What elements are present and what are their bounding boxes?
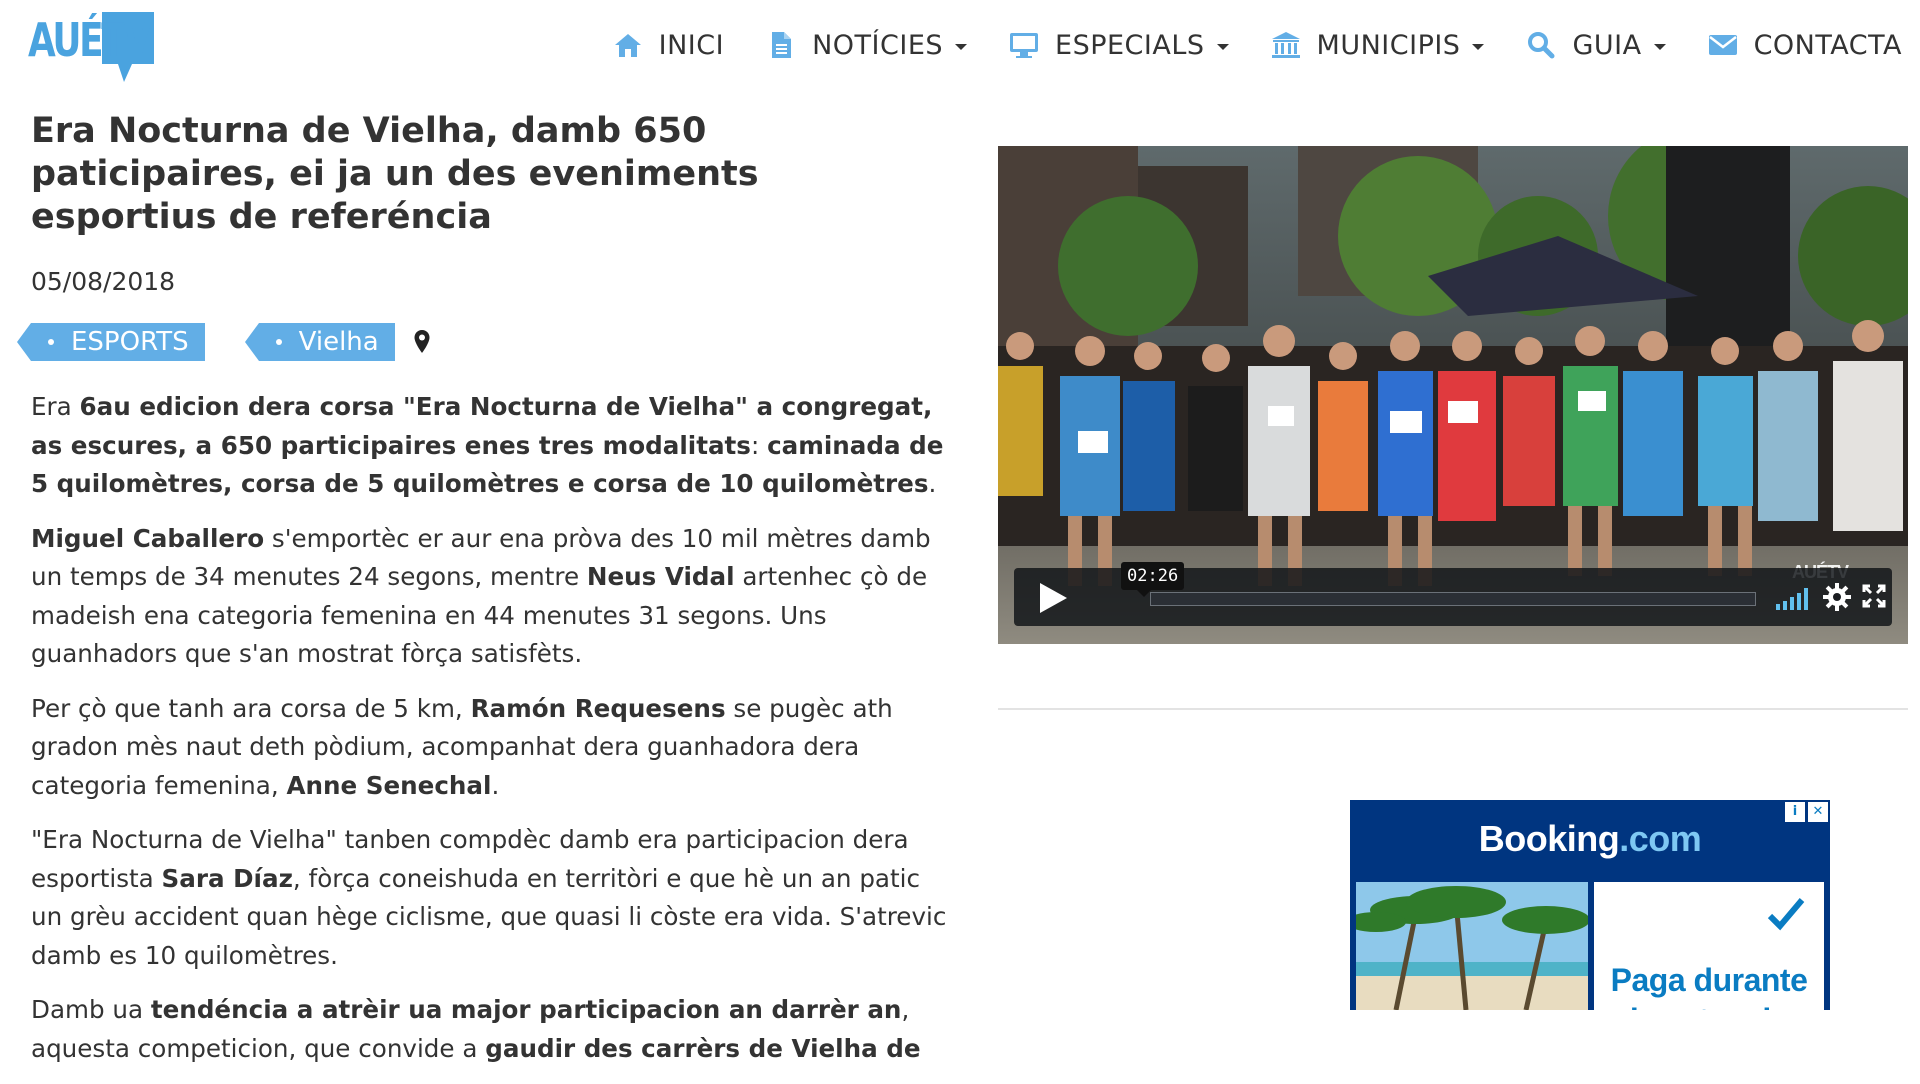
nav-item-label: ESPECIALS	[1055, 29, 1205, 61]
ad-message-line-2: la estancia	[1594, 1000, 1824, 1010]
nav-item-noticies[interactable]: NOTÍCIES	[766, 29, 968, 61]
play-icon[interactable]	[1034, 580, 1070, 616]
article-paragraph: Per çò que tanh ara corsa de 5 km, Ramón…	[31, 690, 949, 806]
search-icon	[1526, 31, 1556, 59]
volume-icon[interactable]	[1774, 582, 1814, 612]
settings-gear-icon[interactable]	[1822, 582, 1852, 612]
article-tags: ESPORTS Vielha	[17, 322, 949, 362]
paragraph-text: :	[750, 430, 768, 460]
caret-down-icon	[1216, 44, 1229, 50]
envelope-icon	[1708, 31, 1738, 59]
emphasized-text: Neus Vidal	[586, 562, 735, 591]
emphasized-text: gaudir des carrèrs de Vielha de	[485, 1033, 921, 1063]
emphasized-text: Ramón Requesens	[470, 693, 726, 723]
article-paragraph: "Era Nocturna de Vielha" tanben compdèc …	[31, 821, 949, 975]
emphasized-text: Anne Senechal	[286, 770, 492, 800]
fullscreen-icon[interactable]	[1862, 584, 1886, 608]
booking-logo-suffix: .com	[1619, 818, 1702, 859]
sidebar-divider	[998, 708, 1908, 710]
paragraph-text: Per çò que tanh ara corsa de 5 km,	[31, 693, 471, 723]
document-icon	[766, 31, 796, 59]
video-progress-bar[interactable]	[1150, 592, 1756, 606]
tag-vielha[interactable]: Vielha	[244, 323, 395, 361]
booking-logo: Booking.com	[1350, 818, 1830, 860]
nav-item-label: INICI	[658, 29, 725, 61]
ad-message-line-1: Paga durante	[1610, 962, 1808, 998]
paragraph-text: Damb ua	[31, 995, 151, 1024]
map-pin-icon	[414, 330, 430, 353]
paragraph-text: Era	[31, 392, 80, 421]
video-timecode-tooltip: 02:26	[1121, 562, 1185, 597]
article-paragraph: Miguel Caballero s'emportèc er aur ena p…	[31, 520, 949, 674]
paragraph-text: .	[491, 770, 500, 800]
paragraph-text: .	[928, 469, 937, 498]
nav-item-inici[interactable]: INICI	[613, 30, 724, 61]
booking-logo-main: Booking	[1478, 818, 1620, 859]
article-paragraph: Damb ua tendéncia a atrèir ua major part…	[31, 991, 949, 1068]
nav-item-label: CONTACTA	[1753, 29, 1902, 61]
nav-item-municipis[interactable]: MUNICIPIS	[1271, 30, 1485, 61]
home-icon	[613, 31, 643, 59]
nav-item-label: NOTÍCIES	[812, 29, 944, 61]
caret-down-icon	[1472, 44, 1485, 50]
emphasized-text: tendéncia a atrèir ua major participacio…	[150, 995, 902, 1024]
article-date: 05/08/2018	[31, 267, 176, 296]
article-body: Era 6au edicion dera corsa "Era Nocturna…	[31, 388, 949, 1068]
monitor-icon	[1009, 31, 1039, 59]
checkmark-icon	[1767, 898, 1805, 931]
caret-down-icon	[1653, 44, 1666, 50]
nav-item-contacta[interactable]: CONTACTA	[1708, 30, 1902, 61]
site-logo[interactable]: AUÉTV	[28, 6, 158, 90]
emphasized-text: Miguel Caballero	[31, 523, 265, 553]
nav-item-especials[interactable]: ESPECIALS	[1009, 30, 1229, 61]
ad-message-panel: Paga durante la estancia	[1594, 882, 1824, 1010]
main-navigation: INICI NOTÍCIES ESPECIALS MUNICIPIS GUIA CONTA…	[613, 22, 1902, 68]
article-title: Era Nocturna de Vielha, damb 650 paticip…	[31, 111, 759, 237]
booking-advertisement[interactable]: i ✕ Booking.com Paga durante la estancia	[1350, 800, 1830, 1010]
logo-text: AUÉTV	[28, 13, 151, 67]
caret-down-icon	[955, 44, 968, 50]
tag-esports[interactable]: ESPORTS	[17, 323, 205, 361]
article: Era Nocturna de Vielha, damb 650 paticip…	[17, 110, 949, 1084]
nav-item-label: GUIA	[1572, 29, 1642, 61]
ad-message: Paga durante la estancia	[1594, 960, 1824, 1010]
emphasized-text: Sara Díaz	[161, 863, 293, 893]
nav-item-guia[interactable]: GUIA	[1526, 29, 1666, 61]
article-paragraph: Era 6au edicion dera corsa "Era Nocturna…	[31, 388, 949, 504]
institution-icon	[1271, 31, 1301, 59]
nav-item-label: MUNICIPIS	[1316, 29, 1461, 61]
ad-beach-photo	[1356, 882, 1588, 1010]
